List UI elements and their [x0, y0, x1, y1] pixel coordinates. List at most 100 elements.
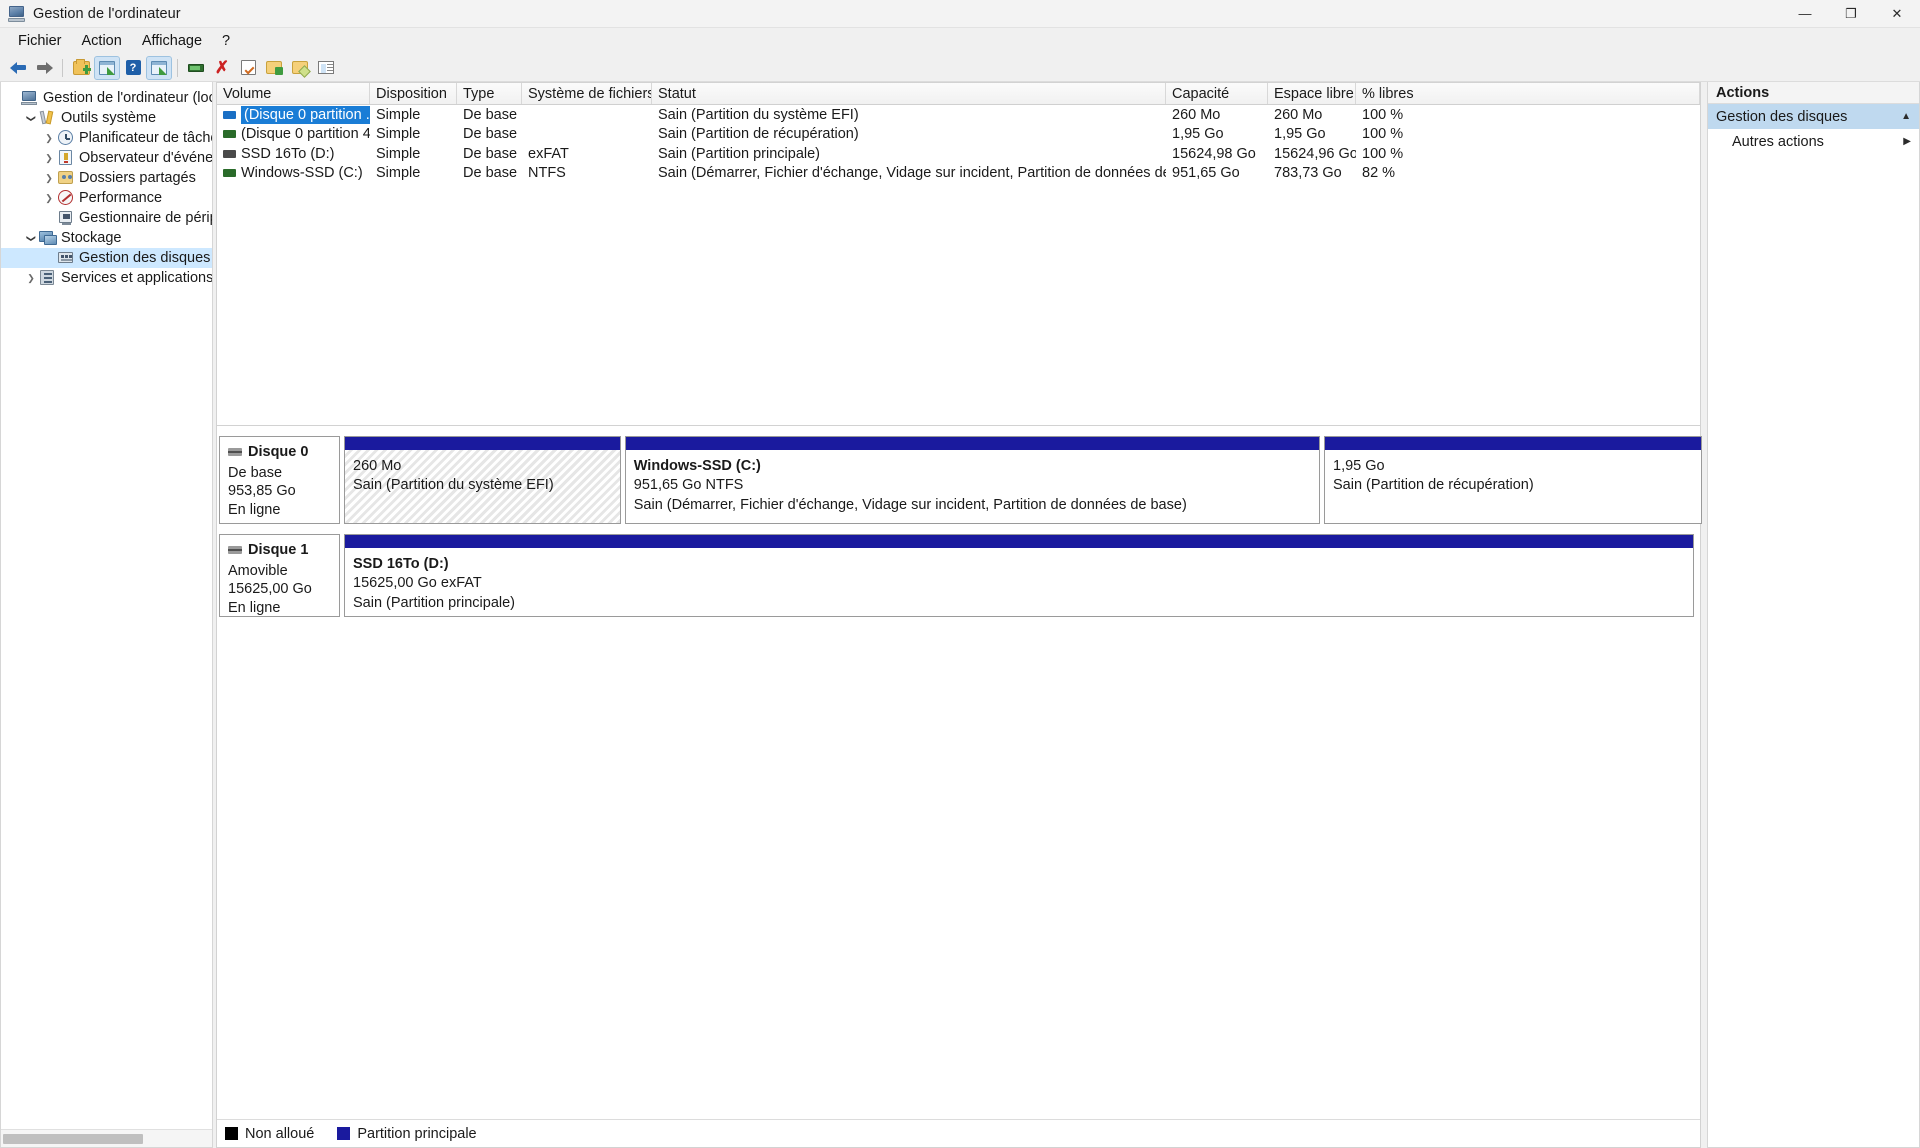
partition-status: Sain (Partition du système EFI)	[353, 477, 554, 494]
legend-swatch	[337, 1127, 351, 1140]
cell-status: Sain (Partition de récupération)	[658, 126, 859, 143]
scrollbar-thumb[interactable]	[3, 1134, 143, 1144]
minimize-button[interactable]: —	[1782, 0, 1828, 28]
cell-capacity: 15624,98 Go	[1172, 145, 1256, 162]
sidebar-item-dossiers-partag-s[interactable]: Dossiers partagés	[1, 168, 212, 188]
partition-body: SSD 16To (D:) 15625,00 Go exFAT Sain (Part…	[345, 548, 1693, 620]
partition-status: Sain (Partition de récupération)	[1333, 477, 1534, 494]
sidebar-item-services-et-applications[interactable]: Services et applications	[1, 268, 212, 288]
partition-block[interactable]: SSD 16To (D:) 15625,00 Go exFAT Sain (Part…	[344, 534, 1694, 617]
menu-affichage[interactable]: Affichage	[132, 30, 212, 52]
action-item-autres-actions[interactable]: Autres actions ▶	[1708, 129, 1919, 154]
storage-icon	[39, 230, 57, 246]
cell-disposition: Simple	[376, 126, 421, 143]
partition-size: 260 Mo	[353, 458, 402, 474]
sidebar-item-gestion-des-disques[interactable]: Gestion des disques	[1, 248, 212, 268]
sidebar-item-planificateur-de-t-ches[interactable]: Planificateur de tâches	[1, 128, 212, 148]
help-icon[interactable]: ?	[121, 57, 145, 79]
menu-help[interactable]: ?	[212, 30, 240, 52]
partition-size: 951,65 Go NTFS	[633, 477, 744, 494]
cell-filesystem: NTFS	[528, 165, 566, 182]
volume-list-rows: (Disque 0 partition ... Simple De base Sain…	[217, 105, 1700, 425]
menu-fichier[interactable]: Fichier	[8, 30, 72, 52]
sidebar-item-stockage[interactable]: Stockage	[1, 228, 212, 248]
table-row[interactable]: Windows-SSD (C:) Simple De base NTFS Sain (D…	[217, 164, 1700, 184]
partition-block[interactable]: 1,95 Go Sain (Partition de récupération)	[1324, 436, 1702, 524]
partition-block[interactable]: Windows-SSD (C:) 951,65 Go NTFS Sain (Déma…	[624, 436, 1320, 524]
partition-body: Windows-SSD (C:) 951,65 Go NTFS Sain (Déma…	[626, 450, 1319, 523]
table-row[interactable]: SSD 16To (D:) Simple De base exFAT Sain (Par…	[217, 144, 1700, 164]
device-manager-icon	[57, 210, 75, 226]
table-row[interactable]: (Disque 0 partition 4) Simple De base Sain …	[217, 125, 1700, 145]
column-header-volume[interactable]: Volume	[217, 83, 370, 104]
column-header-statut[interactable]: Statut	[652, 83, 1166, 104]
chevron-right-icon[interactable]: ▶	[1903, 136, 1911, 147]
chevron-closed-icon[interactable]	[41, 153, 57, 164]
chevron-closed-icon[interactable]	[41, 173, 57, 184]
chevron-closed-icon[interactable]	[23, 273, 39, 284]
disk-management-icon	[57, 250, 75, 266]
chevron-up-icon[interactable]: ▲	[1901, 111, 1911, 122]
sidebar-horizontal-scrollbar[interactable]	[1, 1129, 212, 1147]
sidebar-item-observateur-d-v-nements[interactable]: Observateur d'événements	[1, 148, 212, 168]
legend: Non alloué Partition principale	[217, 1119, 1700, 1147]
column-header-espace-libre[interactable]: Espace libre	[1268, 83, 1356, 104]
close-button[interactable]: ✕	[1874, 0, 1920, 28]
event-viewer-icon	[57, 150, 75, 166]
cell-status: Sain (Partition du système EFI)	[658, 106, 859, 123]
list-view-icon[interactable]	[314, 57, 338, 79]
sidebar-item-label: Observateur d'événements	[79, 150, 212, 166]
check-icon[interactable]	[236, 57, 260, 79]
cell-type: De base	[463, 165, 518, 182]
maximize-button[interactable]: ❐	[1828, 0, 1874, 28]
column-header-syst-me-de-fichiers[interactable]: Système de fichiers	[522, 83, 652, 104]
disk-info[interactable]: Disque 1 Amovible 15625,00 Go En ligne	[219, 534, 340, 617]
column-header-libres[interactable]: % libres	[1356, 83, 1700, 104]
cell-status: Sain (Démarrer, Fichier d'échange, Vidag…	[658, 165, 1166, 182]
new-volume-icon[interactable]	[262, 57, 286, 79]
sidebar-item-label: Gestionnaire de périphé	[79, 210, 212, 226]
volume-name: Windows-SSD (C:)	[241, 165, 363, 182]
cell-disposition: Simple	[376, 145, 421, 162]
toolbar: ? ✗	[0, 54, 1920, 82]
properties-icon[interactable]	[184, 57, 208, 79]
extend-volume-icon[interactable]	[288, 57, 312, 79]
partition-color-bar	[345, 535, 1693, 548]
delete-icon[interactable]: ✗	[210, 57, 234, 79]
cell-disposition: Simple	[376, 165, 421, 182]
menu-action[interactable]: Action	[72, 30, 132, 52]
show-console-tree-icon[interactable]	[94, 55, 120, 80]
volume-list-panel: Volume Disposition Type Système de fichiers…	[216, 82, 1701, 426]
sidebar-item-outils-syst-me[interactable]: Outils système	[1, 108, 212, 128]
sidebar-item-gestionnaire-de-p-riph[interactable]: Gestionnaire de périphé	[1, 208, 212, 228]
cell-free: 15624,96 Go	[1274, 145, 1356, 162]
cell-capacity: 1,95 Go	[1172, 126, 1224, 143]
column-header-disposition[interactable]: Disposition	[370, 83, 457, 104]
cell-filesystem: exFAT	[528, 145, 569, 162]
back-arrow-icon[interactable]	[6, 57, 30, 79]
up-folder-icon[interactable]	[69, 57, 93, 79]
disk-kind: De base	[228, 464, 283, 481]
cell-volume: (Disque 0 partition ...	[217, 105, 370, 124]
volume-name: (Disque 0 partition 4)	[241, 126, 370, 143]
cell-pct_free: 100 %	[1362, 106, 1404, 123]
column-header-type[interactable]: Type	[457, 83, 522, 104]
cell-pct_free: 100 %	[1362, 145, 1404, 162]
chevron-closed-icon[interactable]	[41, 133, 57, 144]
computer-management-window: Gestion de l'ordinateur — ❐ ✕ Fichier Ac…	[0, 0, 1920, 1148]
forward-arrow-icon[interactable]	[32, 57, 56, 79]
disk-info[interactable]: Disque 0 De base 953,85 Go En ligne	[219, 436, 340, 524]
sidebar-item-performance[interactable]: Performance	[1, 188, 212, 208]
partition-block[interactable]: 260 Mo Sain (Partition du système EFI)	[344, 436, 621, 524]
chevron-closed-icon[interactable]	[41, 193, 57, 204]
disk-row: Disque 0 De base 953,85 Go En ligne 260 Mo Sa…	[219, 436, 1702, 524]
services-icon	[39, 270, 57, 286]
sidebar-item-gestion-de-l-ordinateur-local[interactable]: Gestion de l'ordinateur (local)	[1, 88, 212, 108]
column-header-capacit[interactable]: Capacité	[1166, 83, 1268, 104]
chevron-open-icon[interactable]	[23, 113, 39, 124]
action-item-gestion-des-disques[interactable]: Gestion des disques ▲	[1708, 104, 1919, 129]
table-row[interactable]: (Disque 0 partition ... Simple De base Sain…	[217, 105, 1700, 125]
show-action-pane-icon[interactable]	[146, 55, 172, 80]
disk-list: Disque 0 De base 953,85 Go En ligne 260 Mo Sa…	[217, 426, 1702, 617]
chevron-open-icon[interactable]	[23, 233, 39, 244]
